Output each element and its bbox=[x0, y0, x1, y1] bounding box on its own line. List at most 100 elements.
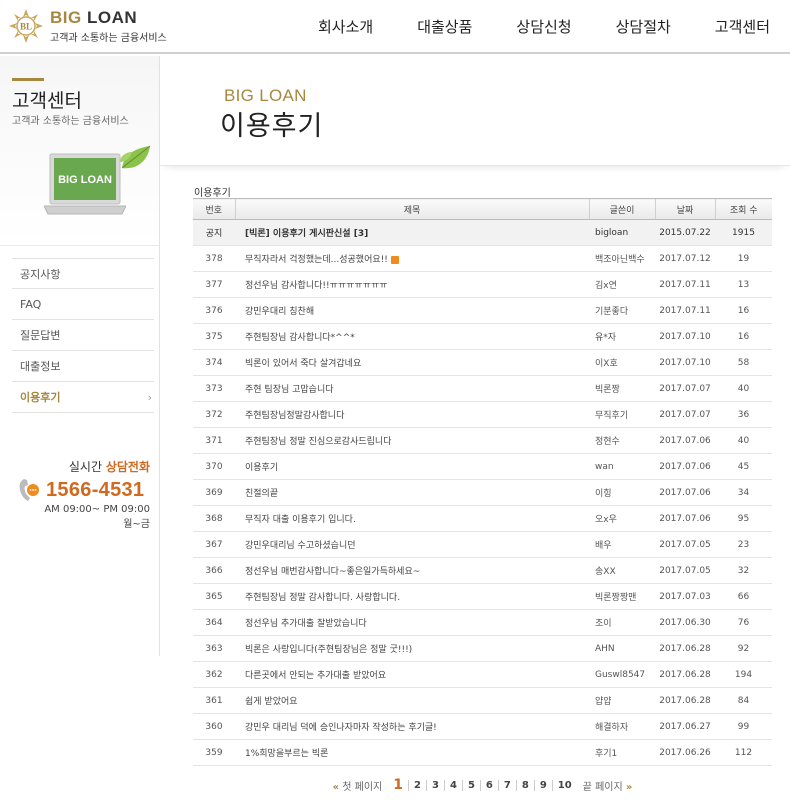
sidebar-item-reviews[interactable]: 이용후기 › bbox=[12, 382, 154, 413]
cell-views: 19 bbox=[715, 245, 772, 272]
col-header-views[interactable]: 조회 수 bbox=[714, 198, 772, 220]
nav-item-company[interactable]: 회사소개 bbox=[296, 14, 395, 40]
page-link-2[interactable]: 2 bbox=[408, 780, 426, 791]
table-row[interactable]: 362 다른곳에서 안되는 추가대출 받았어요 Guswl8547 2017.06.2… bbox=[193, 661, 772, 688]
cell-subject[interactable]: 정선우님 매번감사합니다~좋은일가득하세요~ bbox=[235, 557, 589, 584]
col-header-date[interactable]: 날짜 bbox=[654, 198, 715, 220]
cell-subject[interactable]: 다른곳에서 안되는 추가대출 받았어요 bbox=[235, 661, 589, 688]
page-link-10[interactable]: 10 bbox=[551, 780, 577, 791]
table-row[interactable]: 361 쉽게 받았어요 얍얍 2017.06.28 84 bbox=[193, 687, 772, 714]
cell-writer: 김x연 bbox=[589, 271, 655, 298]
cell-date: 2017.06.28 bbox=[655, 661, 715, 688]
table-row[interactable]: 378 무직자라서 걱정했는데...성공했어요!! 백조아닌백수 2017.07.12… bbox=[193, 245, 772, 272]
table-row[interactable]: 374 빅론이 있어서 죽다 살겨갑네요 이X호 2017.07.10 58 bbox=[193, 349, 772, 376]
page-link-5[interactable]: 5 bbox=[461, 780, 480, 791]
table-row[interactable]: 370 이용후기 wan 2017.07.06 45 bbox=[193, 453, 772, 480]
sidebar-item-loan-info[interactable]: 대출정보 bbox=[12, 351, 154, 382]
cell-subject-text: 주현팀장님 정말 감사합니다. 사랑합니다. bbox=[245, 593, 401, 603]
cell-date-text: 2017.06.28 bbox=[659, 669, 711, 680]
cell-subject[interactable]: 강민우 대리님 덕에 승인나자마자 작성하는 후기글! bbox=[235, 713, 589, 740]
cell-subject[interactable]: 주현팀장님정말감사합니다 bbox=[235, 401, 589, 428]
nav-item-consult-process[interactable]: 상담절차 bbox=[594, 14, 693, 40]
sidebar-item-qna[interactable]: 질문답변 bbox=[12, 320, 154, 351]
sidebar-item-faq[interactable]: FAQ bbox=[12, 289, 154, 320]
cell-subject[interactable]: 정선우님 추가대출 잘받았습니다 bbox=[235, 609, 589, 636]
cell-num-text: 361 bbox=[205, 695, 223, 706]
first-page-link[interactable]: « 첫 페이지 bbox=[333, 778, 383, 793]
cell-subject[interactable]: 주현팀장님 정말 감사합니다. 사랑합니다. bbox=[235, 583, 589, 610]
page-link-3[interactable]: 3 bbox=[426, 780, 444, 791]
table-row[interactable]: 376 강민우대리 칭찬해 기분좋다 2017.07.11 16 bbox=[193, 297, 772, 324]
cell-subject[interactable]: 강민우대리님 수고하셨습니던 bbox=[235, 531, 589, 558]
table-row[interactable]: 372 주현팀장님정말감사합니다 무직후기 2017.07.07 36 bbox=[193, 401, 772, 428]
sidebar-item-notice[interactable]: 공지사항 bbox=[12, 258, 154, 289]
nav-item-loan-products[interactable]: 대출상품 bbox=[395, 14, 494, 40]
cell-views-text: 16 bbox=[737, 305, 750, 316]
cell-num: 367 bbox=[193, 531, 235, 558]
col-header-subject[interactable]: 제목 bbox=[234, 198, 589, 220]
table-row[interactable]: 369 친절의끝 이힝 2017.07.06 34 bbox=[193, 479, 772, 506]
cell-subject[interactable]: 무직자 대출 이용후기 입니다. bbox=[235, 505, 589, 532]
main-content: BIG LOAN 이용후기 이용후기 번호 제목 글쓴이 날짜 조회 수 공지 [… bbox=[160, 56, 790, 800]
table-row[interactable]: 359 1%희망을부르는 빅론 후기1 2017.06.26 112 bbox=[193, 739, 772, 766]
cell-subject[interactable]: [빅론] 이용후기 게시판신설 [3] bbox=[235, 219, 589, 246]
cell-subject[interactable]: 주현팀장님 정말 진심으로감사드립니다 bbox=[235, 427, 589, 454]
cell-num: 공지 bbox=[193, 219, 235, 246]
cell-views: 66 bbox=[715, 583, 772, 610]
col-header-num[interactable]: 번호 bbox=[193, 198, 235, 220]
page-link-8[interactable]: 8 bbox=[515, 780, 534, 791]
cell-subject[interactable]: 무직자라서 걱정했는데...성공했어요!! bbox=[235, 245, 589, 272]
nav-item-consult-apply[interactable]: 상담신청 bbox=[494, 14, 593, 40]
cell-num-text: 376 bbox=[205, 305, 223, 316]
table-row[interactable]: 375 주현팀장님 감사합니다*^^* 유*자 2017.07.10 16 bbox=[193, 323, 772, 350]
cell-subject[interactable]: 이용후기 bbox=[235, 453, 589, 480]
table-row[interactable]: 373 주현 팀장님 고맙습니다 빅론짱 2017.07.07 40 bbox=[193, 375, 772, 402]
cell-subject[interactable]: 빅론이 있어서 죽다 살겨갑네요 bbox=[235, 349, 589, 376]
cell-subject[interactable]: 정선우님 감사합니다!!ㅠㅠㅠㅠㅠㅠㅠ bbox=[235, 271, 589, 298]
logo[interactable]: BL BIG LOAN 고객과 소통하는 금융서비스 bbox=[8, 4, 178, 48]
cell-writer-text: 백조아닌백수 bbox=[595, 255, 645, 265]
cell-num-text: 368 bbox=[205, 513, 223, 524]
contact-hours: AM 09:00~ PM 09:00 bbox=[44, 504, 150, 515]
notice-row[interactable]: 공지 [빅론] 이용후기 게시판신설 [3] bigloan 2015.07.22 19… bbox=[193, 219, 772, 246]
table-row[interactable]: 377 정선우님 감사합니다!!ㅠㅠㅠㅠㅠㅠㅠ 김x연 2017.07.11 13 bbox=[193, 271, 772, 298]
table-row[interactable]: 364 정선우님 추가대출 잘받았습니다 조이 2017.06.30 76 bbox=[193, 609, 772, 636]
table-row[interactable]: 363 빅론은 사랑입니다(주현팀장님은 정말 굿!!!) AHN 2017.06.2… bbox=[193, 635, 772, 662]
cell-writer: 정현수 bbox=[589, 427, 655, 454]
cell-subject[interactable]: 강민우대리 칭찬해 bbox=[235, 297, 589, 324]
cell-views-text: 84 bbox=[737, 695, 750, 706]
cell-views-text: 1915 bbox=[732, 227, 755, 238]
last-page-link[interactable]: 끝 페이지 » bbox=[583, 778, 633, 793]
page-link-7[interactable]: 7 bbox=[497, 780, 516, 791]
cell-date-text: 2017.07.07 bbox=[659, 409, 711, 420]
cell-subject[interactable]: 1%희망을부르는 빅론 bbox=[235, 739, 589, 766]
table-row[interactable]: 360 강민우 대리님 덕에 승인나자마자 작성하는 후기글! 해결하자 2017.0… bbox=[193, 713, 772, 740]
page-link-1[interactable]: 1 bbox=[388, 778, 408, 792]
table-row[interactable]: 368 무직자 대출 이용후기 입니다. 오x우 2017.07.06 95 bbox=[193, 505, 772, 532]
page-link-9[interactable]: 9 bbox=[533, 780, 552, 791]
sidebar: 고객센터 고객과 소통하는 금융서비스 BIG LOAN 공지사항 FAQ 질문… bbox=[0, 56, 160, 656]
cell-subject[interactable]: 친절의끝 bbox=[235, 479, 589, 506]
cell-num: 378 bbox=[193, 245, 235, 272]
table-row[interactable]: 366 정선우님 매번감사합니다~좋은일가득하세요~ 송XX 2017.07.05 32 bbox=[193, 557, 772, 584]
page-link-6[interactable]: 6 bbox=[479, 780, 498, 791]
table-row[interactable]: 365 주현팀장님 정말 감사합니다. 사랑합니다. 빅론짱짱맨 2017.07.03… bbox=[193, 583, 772, 610]
table-row[interactable]: 371 주현팀장님 정말 진심으로감사드립니다 정현수 2017.07.06 40 bbox=[193, 427, 772, 454]
cell-date: 2015.07.22 bbox=[655, 219, 715, 246]
breadcrumb: 이용후기 bbox=[194, 188, 231, 199]
cell-subject[interactable]: 주현 팀장님 고맙습니다 bbox=[235, 375, 589, 402]
col-header-writer[interactable]: 글쓴이 bbox=[588, 198, 655, 220]
cell-subject[interactable]: 빅론은 사랑입니다(주현팀장님은 정말 굿!!!) bbox=[235, 635, 589, 662]
cell-subject[interactable]: 쉽게 받았어요 bbox=[235, 687, 589, 714]
table-row[interactable]: 367 강민우대리님 수고하셨습니던 배우 2017.07.05 23 bbox=[193, 531, 772, 558]
cell-num: 370 bbox=[193, 453, 235, 480]
cell-subject[interactable]: 주현팀장님 감사합니다*^^* bbox=[235, 323, 589, 350]
cell-views: 13 bbox=[715, 271, 772, 298]
cell-writer: 빅론짱짱맨 bbox=[589, 583, 655, 610]
contact-days: 월~금 bbox=[123, 519, 150, 530]
contact-phone-number[interactable]: 1566-4531 bbox=[46, 479, 144, 502]
cell-num: 377 bbox=[193, 271, 235, 298]
nav-item-customer-center[interactable]: 고객센터 bbox=[693, 14, 770, 40]
cell-views: 112 bbox=[715, 739, 772, 766]
page-link-4[interactable]: 4 bbox=[443, 780, 462, 791]
